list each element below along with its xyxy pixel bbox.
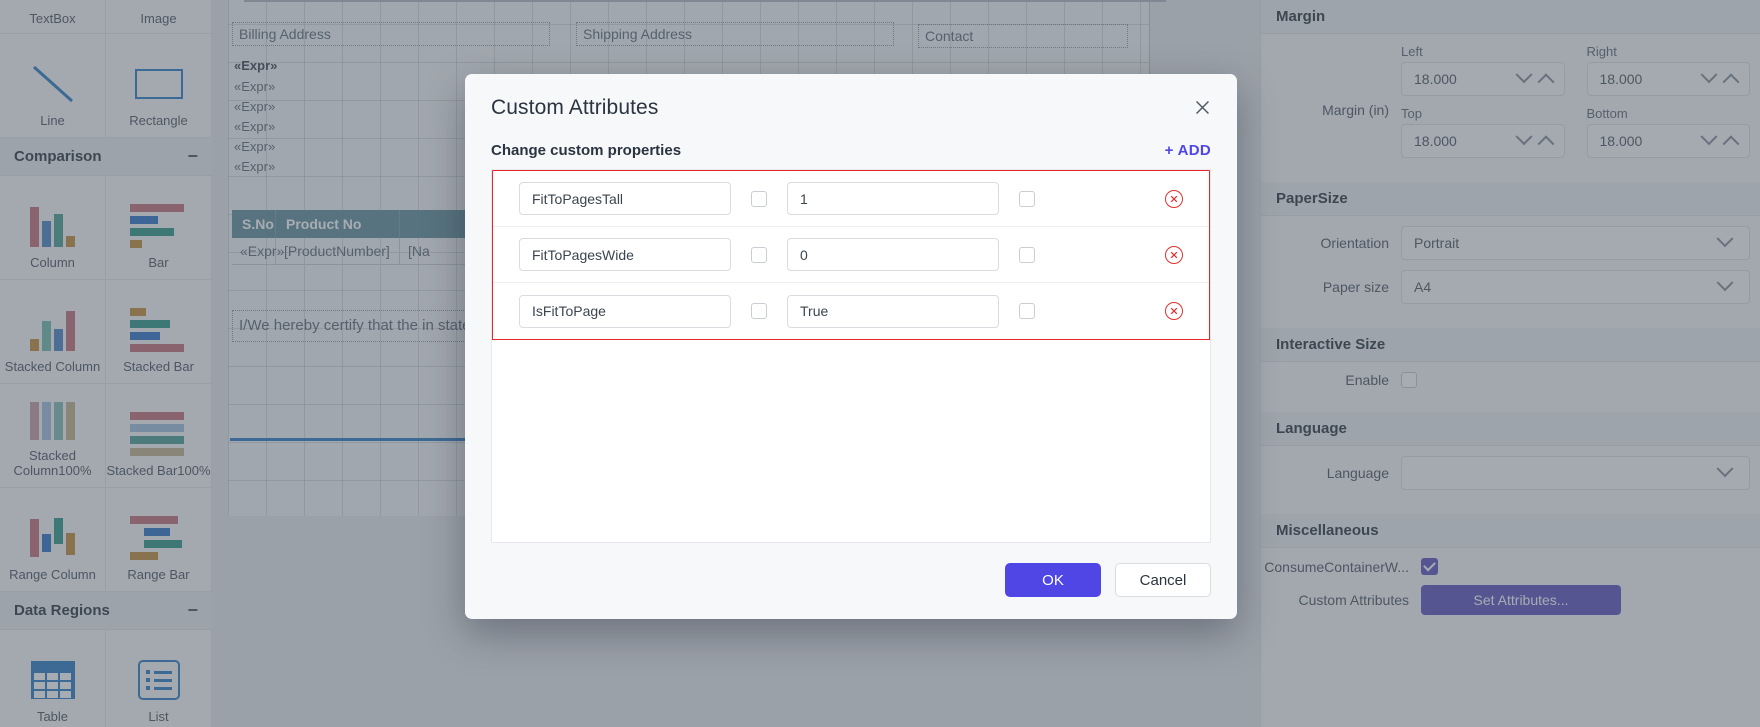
attribute-name-input[interactable]: FitToPagesTall [519,182,731,215]
ok-button[interactable]: OK [1005,563,1101,597]
attributes-rows-error-group: FitToPagesTall 1 FitToPagesWide 0 IsFitT… [492,170,1210,340]
dialog-subheader: Change custom properties + ADD [465,120,1237,169]
attribute-row: FitToPagesTall 1 [493,171,1209,227]
attribute-name-checkbox[interactable] [751,303,767,319]
attribute-name-checkbox[interactable] [751,190,767,207]
dialog-footer: OK Cancel [465,543,1237,619]
delete-circle-icon[interactable] [1165,302,1183,320]
cancel-button[interactable]: Cancel [1115,563,1211,597]
add-attribute-button[interactable]: + ADD [1165,142,1211,159]
attribute-value-input[interactable]: 1 [787,182,999,215]
attribute-name-input[interactable]: IsFitToPage [519,294,731,328]
attribute-value-input[interactable]: True [787,294,999,328]
attribute-row: IsFitToPage True [493,283,1209,339]
delete-circle-icon[interactable] [1165,245,1183,264]
attribute-value-checkbox[interactable] [1019,246,1035,263]
app-root: TextBox Image Line Rectangle Comparison … [0,0,1760,727]
custom-attributes-dialog: Custom Attributes Change custom properti… [465,74,1237,619]
attribute-value-checkbox[interactable] [1019,303,1035,319]
close-icon[interactable] [1187,92,1217,122]
dialog-header: Custom Attributes [465,74,1237,120]
attribute-name-checkbox[interactable] [751,246,767,263]
attribute-row: FitToPagesWide 0 [493,227,1209,283]
attribute-value-checkbox[interactable] [1019,190,1035,207]
attribute-name-input[interactable]: FitToPagesWide [519,238,731,271]
attribute-value-input[interactable]: 0 [787,238,999,271]
dialog-title: Custom Attributes [491,96,659,119]
dialog-subtitle: Change custom properties [491,142,682,159]
delete-circle-icon[interactable] [1165,189,1183,208]
attributes-list-container: FitToPagesTall 1 FitToPagesWide 0 IsFitT… [491,169,1211,543]
